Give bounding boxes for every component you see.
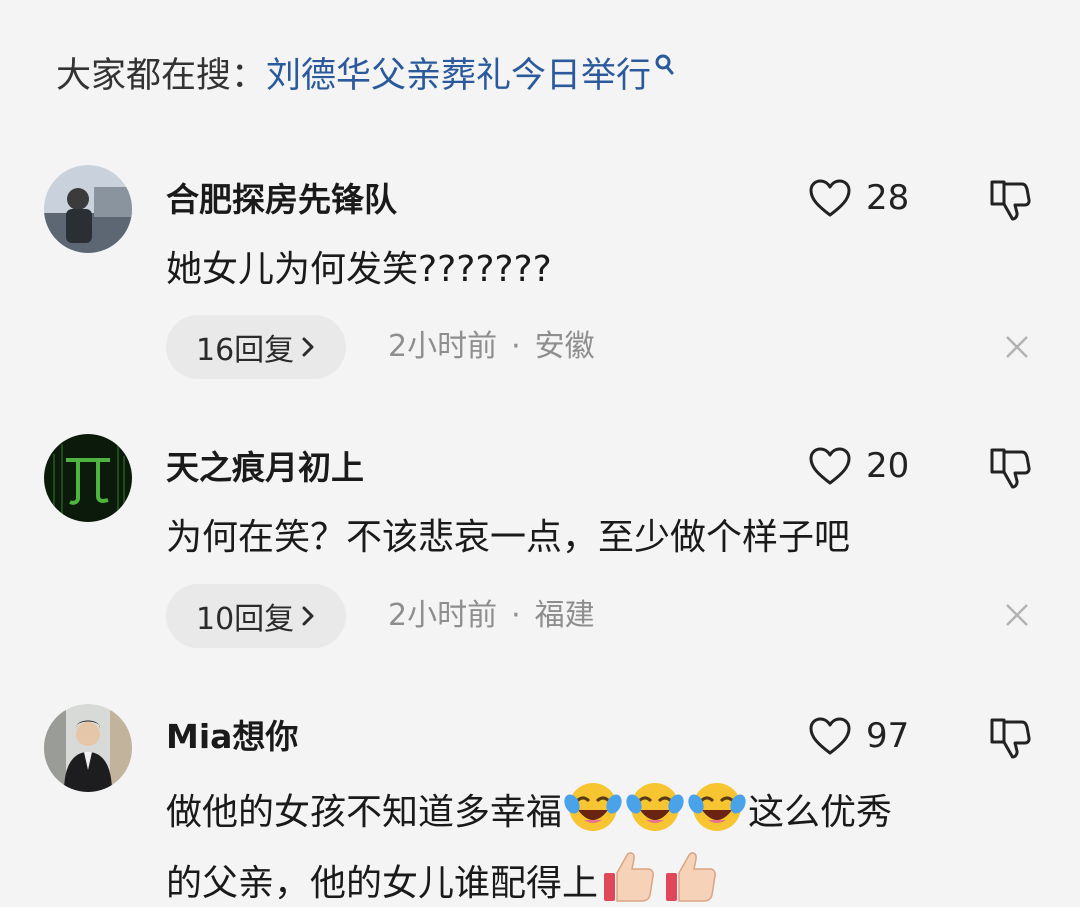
username[interactable]: 合肥探房先锋队 [166,178,397,222]
replies-button[interactable]: 10回复 [166,584,347,648]
like-button[interactable]: 20 [808,444,909,488]
separator-dot: · [511,329,521,364]
chevron-right-icon [302,337,314,357]
comment-location: 福建 [534,598,595,633]
replies-label: 16回复 [196,333,295,368]
comment-time: 2小时前 [388,329,498,364]
search-hint-prefix: 大家都在搜： [56,56,267,96]
separator-dot: · [511,598,521,633]
thumbs-up-icon [604,852,655,902]
replies-label: 10回复 [196,602,295,637]
thumbs-up-icon [666,852,717,902]
dislike-icon[interactable] [988,178,1032,222]
avatar[interactable] [44,434,132,522]
like-count: 20 [866,446,910,486]
like-count: 97 [866,716,910,756]
like-count: 28 [866,178,910,218]
comment-text: 为何在笑？不该悲哀一点，至少做个样子吧 [166,517,851,558]
like-button[interactable]: 28 [808,176,909,220]
dislike-icon[interactable] [988,446,1032,490]
laughing-crying-emoji-icon [564,783,622,831]
comment-location: 安徽 [534,329,595,364]
like-button[interactable]: 97 [808,714,909,758]
username[interactable]: 天之痕月初上 [166,446,364,490]
search-icon[interactable] [653,52,675,78]
comment-time: 2小时前 [388,598,498,633]
close-icon[interactable] [1000,598,1034,632]
heart-icon [809,717,851,755]
comment-text-part: 的父亲，他的女儿谁配得上 [166,863,599,904]
dislike-icon[interactable] [988,716,1032,760]
comment-text: 她女儿为何发笑??????? [166,249,552,290]
replies-button[interactable]: 16回复 [166,315,347,379]
heart-icon [809,447,851,485]
comment-text: 做他的女孩不知道多幸福 这么优秀的父亲，他的女儿谁配得上 [166,776,1046,907]
comment-text-part: 这么优秀 [748,792,893,833]
laughing-crying-emoji-icon [688,783,746,831]
laughing-crying-emoji-icon [626,783,684,831]
comment-meta: 2小时前 · 安徽 [388,315,595,379]
username[interactable]: Mia想你 [166,715,298,759]
search-hint-link[interactable]: 刘德华父亲葬礼今日举行 [266,56,651,96]
search-suggestion: 大家都在搜：刘德华父亲葬礼今日举行 [56,52,675,100]
heart-icon [809,179,851,217]
comment-meta: 2小时前 · 福建 [388,584,595,648]
avatar[interactable] [44,704,132,792]
chevron-right-icon [302,606,314,626]
comment-text-part: 做他的女孩不知道多幸福 [166,792,563,833]
close-icon[interactable] [1000,330,1034,364]
avatar[interactable] [44,165,132,253]
